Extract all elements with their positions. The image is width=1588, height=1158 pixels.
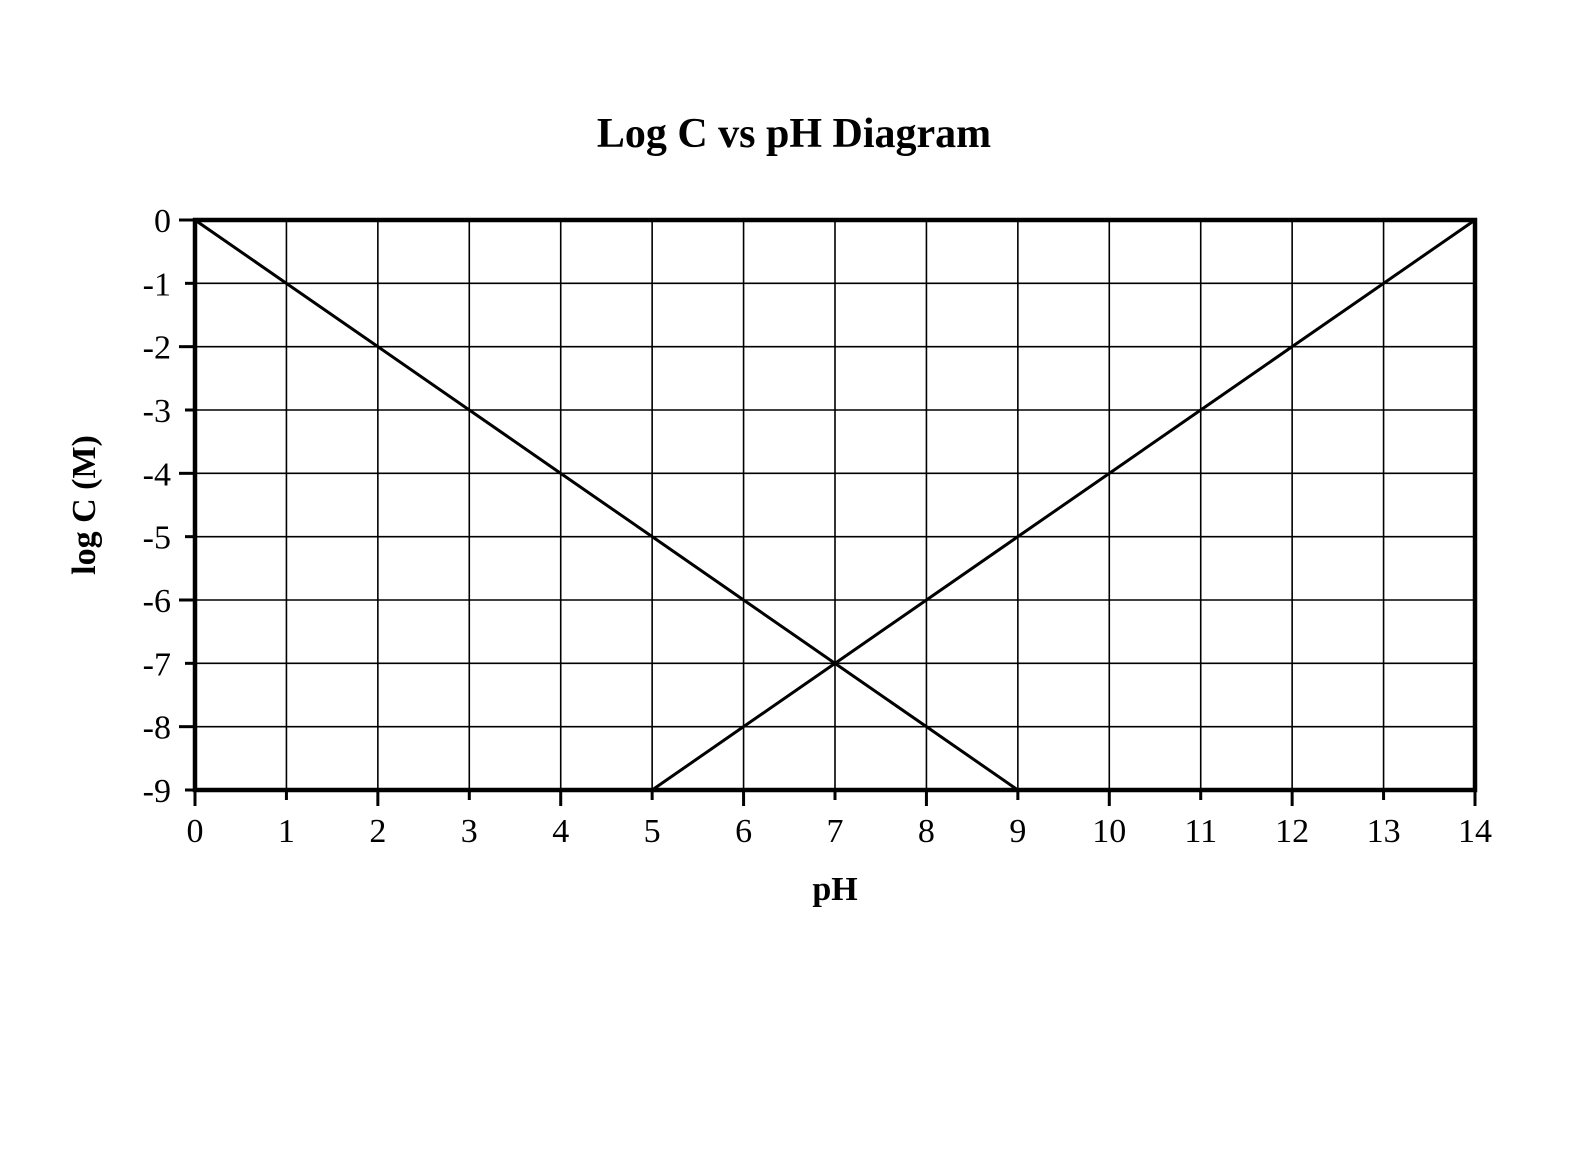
- series-line: [652, 220, 1475, 790]
- x-tick-label: 1: [278, 813, 295, 850]
- x-tick-label: 2: [369, 813, 386, 850]
- y-tick-label: -7: [143, 646, 171, 683]
- y-axis-title: log C (M): [66, 435, 103, 575]
- series-line: [195, 220, 1018, 790]
- y-tick-label: -4: [143, 456, 171, 493]
- y-tick-label: -1: [143, 266, 171, 303]
- y-tick-label: -3: [143, 393, 171, 430]
- y-tick-label: -8: [143, 710, 171, 747]
- x-tick-label: 3: [461, 813, 478, 850]
- x-axis-title: pH: [812, 871, 857, 908]
- x-tick-label: 10: [1092, 813, 1126, 850]
- chart-plot: 012345678910111213140-1-2-3-4-5-6-7-8-9p…: [0, 0, 1588, 1158]
- x-tick-label: 4: [552, 813, 569, 850]
- x-tick-label: 9: [1009, 813, 1026, 850]
- x-tick-label: 12: [1275, 813, 1309, 850]
- y-tick-label: 0: [154, 203, 171, 240]
- x-tick-label: 13: [1367, 813, 1401, 850]
- x-tick-label: 8: [918, 813, 935, 850]
- y-tick-label: -2: [143, 330, 171, 367]
- x-tick-label: 6: [735, 813, 752, 850]
- x-tick-label: 5: [644, 813, 661, 850]
- x-tick-label: 7: [827, 813, 844, 850]
- y-tick-label: -6: [143, 583, 171, 620]
- x-tick-label: 0: [187, 813, 204, 850]
- y-tick-label: -5: [143, 520, 171, 557]
- x-tick-label: 11: [1184, 813, 1217, 850]
- x-tick-label: 14: [1458, 813, 1492, 850]
- y-tick-label: -9: [143, 773, 171, 810]
